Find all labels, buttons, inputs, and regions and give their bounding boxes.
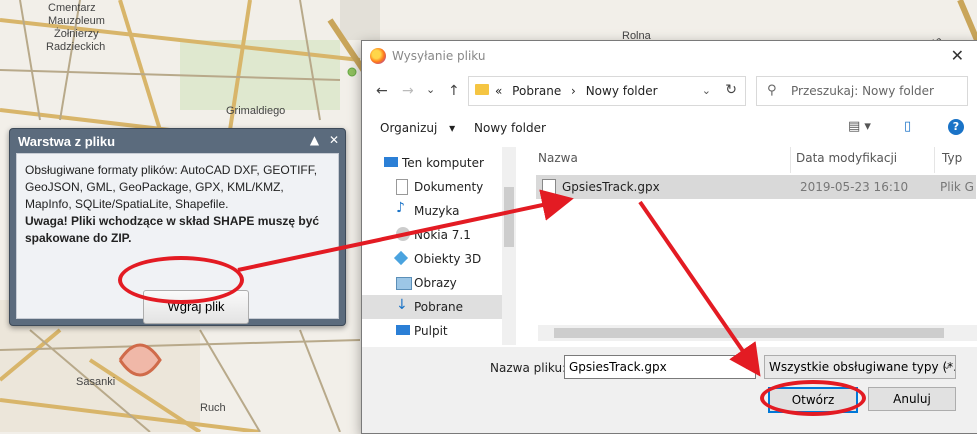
file-upload-dialog: Wysyłanie pliku ✕ ← → ⌄ ↑ « Pobrane › No… <box>361 40 977 434</box>
music-icon: ♪ <box>396 200 405 216</box>
organize-button[interactable]: Organizuj ▾ <box>380 121 455 135</box>
breadcrumb-item[interactable]: Pobrane <box>512 84 561 98</box>
chevron-down-icon[interactable]: ⌄ <box>743 356 751 378</box>
column-header-date[interactable]: Data modyfikacji <box>796 151 897 165</box>
panel-title: Warstwa z pliku <box>18 134 116 149</box>
filetype-value: Wszystkie obsługiwane typy (*.dxf <box>769 360 956 374</box>
sidebar-item-documents[interactable]: Dokumenty <box>384 175 500 199</box>
search-icon: ⚲ <box>767 83 777 98</box>
view-options-icon[interactable]: ▤ ▾ <box>848 119 871 134</box>
address-bar[interactable]: « Pobrane › Nowy folder ⌄ ↻ <box>468 76 746 106</box>
warning-text: Uwaga! Pliki wchodzące w skład SHAPE mus… <box>25 214 320 245</box>
column-separator <box>790 147 791 173</box>
horizontal-scrollbar[interactable] <box>538 325 977 341</box>
new-folder-button[interactable]: Nowy folder <box>474 121 546 135</box>
documents-icon <box>396 179 408 195</box>
folder-icon <box>475 84 489 95</box>
scrollbar-thumb[interactable] <box>554 328 944 338</box>
sidebar-item-label: Ten komputer <box>402 156 484 170</box>
up-icon[interactable]: ↑ <box>448 83 460 99</box>
cancel-button[interactable]: Anuluj <box>868 387 956 411</box>
phone-icon <box>396 227 410 241</box>
organize-label: Organizuj <box>380 121 438 135</box>
file-icon <box>542 179 556 196</box>
chevron-down-icon: ⌄ <box>942 361 951 372</box>
sidebar-item-label: Nokia 7.1 <box>414 228 471 242</box>
map-label: Radzieckich <box>46 41 106 53</box>
search-placeholder: Przeszukaj: Nowy folder <box>791 84 934 98</box>
collapse-icon[interactable]: ▲ <box>310 133 319 147</box>
file-row[interactable]: GpsiesTrack.gpx 2019-05-23 16:10 Plik G <box>536 175 976 199</box>
preview-pane-icon[interactable]: ▯ <box>904 119 911 134</box>
sidebar-item-downloads[interactable]: ↓ Pobrane <box>362 295 502 319</box>
filename-label: Nazwa pliku: <box>490 361 567 375</box>
navigation-pane: Ten komputer Dokumenty ♪ Muzyka Nokia 7.… <box>362 147 516 345</box>
map-label: Ruch <box>200 402 226 414</box>
annotation-ellipse <box>760 380 866 416</box>
sidebar-item-this-pc[interactable]: Ten komputer <box>384 151 500 175</box>
sidebar-scrollbar[interactable] <box>502 147 516 345</box>
dialog-titlebar: Wysyłanie pliku ✕ <box>362 41 977 71</box>
map-label: Żołnierzy <box>54 28 99 40</box>
map-label: Cmentarz <box>48 2 96 14</box>
column-header-type[interactable]: Typ <box>942 151 962 165</box>
sidebar-item-3d-objects[interactable]: Obiekty 3D <box>384 247 500 271</box>
panel-controls: ▲ ✕ <box>304 133 339 147</box>
computer-icon <box>384 157 398 167</box>
breadcrumb-item[interactable]: Nowy folder <box>586 84 658 98</box>
map-label: Sasanki <box>76 376 116 388</box>
desktop-icon <box>396 325 410 335</box>
column-header-name[interactable]: Nazwa <box>538 151 578 165</box>
sidebar-item-pictures[interactable]: Obrazy <box>384 271 500 295</box>
objects-3d-icon <box>393 250 409 266</box>
breadcrumb: « Pobrane › Nowy folder <box>495 84 658 98</box>
forward-icon[interactable]: → <box>402 83 414 99</box>
dialog-footer: Nazwa pliku: GpsiesTrack.gpx ⌄ Wszystkie… <box>362 347 977 433</box>
navigation-bar: ← → ⌄ ↑ « Pobrane › Nowy folder ⌄ ↻ ⚲ Pr… <box>362 71 977 111</box>
breadcrumb-prefix: « <box>495 84 503 98</box>
panel-description: Obsługiwane formaty plików: AutoCAD DXF,… <box>25 162 331 247</box>
breadcrumb-separator: › <box>571 84 576 98</box>
sidebar-item-nokia[interactable]: Nokia 7.1 <box>384 223 500 247</box>
chevron-down-icon[interactable]: ⌄ <box>426 83 435 96</box>
chevron-down-icon: ▾ <box>449 121 456 135</box>
chevron-down-icon[interactable]: ⌄ <box>702 84 711 97</box>
formats-text: Obsługiwane formaty plików: AutoCAD DXF,… <box>25 163 318 211</box>
sidebar-item-label: Muzyka <box>414 204 460 218</box>
back-icon[interactable]: ← <box>376 83 388 99</box>
downloads-icon: ↓ <box>396 297 408 313</box>
file-date: 2019-05-23 16:10 <box>800 180 909 194</box>
annotation-ellipse <box>118 256 244 304</box>
dialog-title: Wysyłanie pliku <box>392 49 486 63</box>
scrollbar-thumb[interactable] <box>504 187 514 247</box>
sidebar-item-label: Pulpit <box>414 324 448 338</box>
sidebar-item-label: Obrazy <box>414 276 457 290</box>
search-input[interactable]: ⚲ Przeszukaj: Nowy folder <box>756 76 968 106</box>
filetype-select[interactable]: Wszystkie obsługiwane typy (*.dxf ⌄ <box>764 355 956 379</box>
filename-input[interactable]: GpsiesTrack.gpx ⌄ <box>564 355 756 379</box>
sidebar-item-label: Dokumenty <box>414 180 484 194</box>
file-type: Plik G <box>940 180 974 194</box>
map-label: Mauzoleum <box>48 15 105 27</box>
pictures-icon <box>396 277 412 290</box>
file-list: Nazwa Data modyfikacji Typ GpsiesTrack.g… <box>528 147 977 345</box>
sidebar-item-label: Obiekty 3D <box>414 252 482 266</box>
file-name: GpsiesTrack.gpx <box>562 180 660 194</box>
refresh-icon[interactable]: ↻ <box>725 82 737 98</box>
sidebar-item-music[interactable]: ♪ Muzyka <box>384 199 500 223</box>
filename-value: GpsiesTrack.gpx <box>569 360 667 374</box>
dialog-toolbar: Organizuj ▾ Nowy folder ▤ ▾ ▯ ? <box>362 113 977 143</box>
sidebar-item-label: Pobrane <box>414 300 464 314</box>
firefox-icon <box>370 48 386 64</box>
close-icon[interactable]: ✕ <box>329 133 339 147</box>
column-separator <box>934 147 935 173</box>
map-label: Grimaldiego <box>226 105 286 117</box>
sidebar-item-desktop[interactable]: Pulpit <box>384 319 500 343</box>
help-icon[interactable]: ? <box>948 119 964 135</box>
close-icon[interactable]: ✕ <box>951 46 964 65</box>
